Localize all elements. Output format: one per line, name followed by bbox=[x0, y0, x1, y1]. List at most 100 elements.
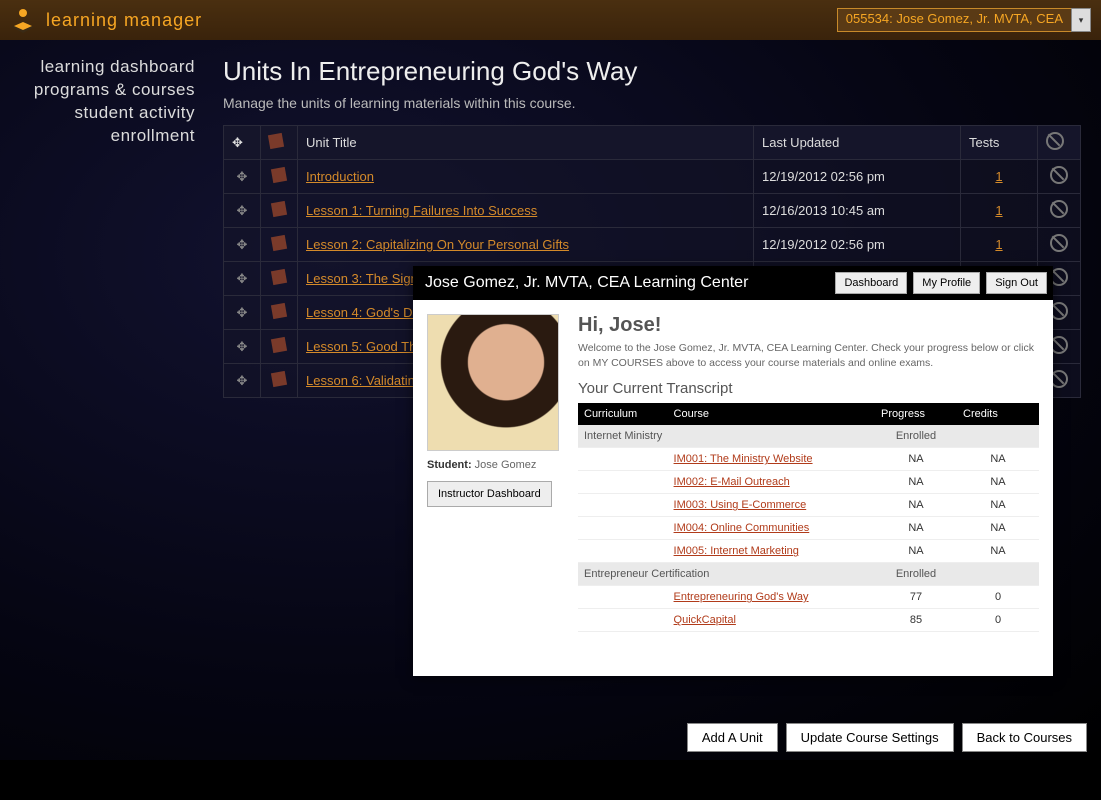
transcript-table: Curriculum Course Progress Credits Inter… bbox=[578, 403, 1039, 632]
update-settings-button[interactable]: Update Course Settings bbox=[786, 723, 954, 752]
course-link[interactable]: IM002: E-Mail Outreach bbox=[674, 476, 790, 488]
table-row: ✥ Introduction 12/19/2012 02:56 pm 1 bbox=[224, 160, 1081, 194]
icon-header bbox=[261, 126, 298, 160]
student-avatar bbox=[427, 314, 559, 451]
book-icon bbox=[261, 262, 298, 296]
tests-link[interactable]: 1 bbox=[995, 169, 1002, 184]
curriculum-name: Internet Ministry bbox=[578, 425, 875, 448]
drag-handle[interactable]: ✥ bbox=[224, 194, 261, 228]
greeting: Hi, Jose! bbox=[578, 314, 1039, 337]
student-label: Student: Jose Gomez bbox=[427, 459, 562, 471]
updated-cell: 12/16/2013 10:45 am bbox=[754, 194, 961, 228]
overlay-header: Jose Gomez, Jr. MVTA, CEA Learning Cente… bbox=[413, 266, 1053, 300]
credits-cell: NA bbox=[957, 471, 1039, 494]
learning-center-overlay: Jose Gomez, Jr. MVTA, CEA Learning Cente… bbox=[413, 266, 1053, 676]
delete-icon[interactable] bbox=[1050, 200, 1068, 218]
credits-cell: NA bbox=[957, 540, 1039, 563]
course-link[interactable]: IM004: Online Communities bbox=[674, 522, 810, 534]
drag-handle[interactable]: ✥ bbox=[224, 228, 261, 262]
logo: learning manager bbox=[10, 7, 202, 33]
page-title: Units In Entrepreneuring God's Way bbox=[223, 56, 1081, 87]
book-icon bbox=[261, 296, 298, 330]
drag-handle[interactable]: ✥ bbox=[224, 330, 261, 364]
updated-cell: 12/19/2012 02:56 pm bbox=[754, 160, 961, 194]
progress-cell: NA bbox=[875, 471, 957, 494]
instructor-dashboard-button[interactable]: Instructor Dashboard bbox=[427, 481, 552, 507]
credits-cell: NA bbox=[957, 448, 1039, 471]
dropdown-icon[interactable]: ▾ bbox=[1071, 8, 1091, 32]
unit-link[interactable]: Introduction bbox=[306, 169, 374, 184]
my-profile-button[interactable]: My Profile bbox=[913, 272, 980, 294]
th-credits: Credits bbox=[957, 403, 1039, 425]
delete-icon[interactable] bbox=[1050, 166, 1068, 184]
drag-header: ✥ bbox=[224, 126, 261, 160]
learner-icon bbox=[10, 7, 36, 33]
course-link[interactable]: IM005: Internet Marketing bbox=[674, 545, 799, 557]
table-row: ✥ Lesson 1: Turning Failures Into Success… bbox=[224, 194, 1081, 228]
sidebar-item-activity[interactable]: student activity bbox=[0, 103, 195, 123]
add-unit-button[interactable]: Add A Unit bbox=[687, 723, 778, 752]
th-curriculum: Curriculum bbox=[578, 403, 668, 425]
ban-icon bbox=[1046, 132, 1064, 150]
page-subtitle: Manage the units of learning materials w… bbox=[223, 95, 1081, 111]
course-row: IM003: Using E-Commerce NANA bbox=[578, 494, 1039, 517]
progress-cell: NA bbox=[875, 540, 957, 563]
course-link[interactable]: Entrepreneuring God's Way bbox=[674, 591, 809, 603]
book-icon bbox=[261, 364, 298, 398]
drag-handle[interactable]: ✥ bbox=[224, 364, 261, 398]
sidebar-item-programs[interactable]: programs & courses bbox=[0, 80, 195, 100]
table-row: ✥ Lesson 2: Capitalizing On Your Personal… bbox=[224, 228, 1081, 262]
credits-cell: NA bbox=[957, 494, 1039, 517]
progress-cell: NA bbox=[875, 494, 957, 517]
curriculum-row: Entrepreneur CertificationEnrolled bbox=[578, 563, 1039, 586]
progress-cell: NA bbox=[875, 448, 957, 471]
user-select-value: 055534: Jose Gomez, Jr. MVTA, CEA bbox=[837, 8, 1072, 32]
enrolled-label: Enrolled bbox=[875, 425, 957, 448]
tests-header: Tests bbox=[961, 126, 1038, 160]
title-header: Unit Title bbox=[298, 126, 754, 160]
transcript-heading: Your Current Transcript bbox=[578, 380, 1039, 397]
sidebar-item-enrollment[interactable]: enrollment bbox=[0, 126, 195, 146]
progress-cell: 85 bbox=[875, 609, 957, 632]
credits-cell: 0 bbox=[957, 586, 1039, 609]
updated-cell: 12/19/2012 02:56 pm bbox=[754, 228, 961, 262]
course-link[interactable]: IM001: The Ministry Website bbox=[674, 453, 813, 465]
drag-handle[interactable]: ✥ bbox=[224, 160, 261, 194]
top-bar: learning manager 055534: Jose Gomez, Jr.… bbox=[0, 0, 1101, 40]
course-row: IM002: E-Mail Outreach NANA bbox=[578, 471, 1039, 494]
dashboard-button[interactable]: Dashboard bbox=[835, 272, 907, 294]
user-selector[interactable]: 055534: Jose Gomez, Jr. MVTA, CEA ▾ bbox=[837, 8, 1091, 32]
unit-link[interactable]: Lesson 1: Turning Failures Into Success bbox=[306, 203, 537, 218]
sign-out-button[interactable]: Sign Out bbox=[986, 272, 1047, 294]
drag-handle[interactable]: ✥ bbox=[224, 296, 261, 330]
footer-buttons: Add A Unit Update Course Settings Back t… bbox=[687, 723, 1087, 752]
book-icon bbox=[261, 228, 298, 262]
course-row: IM004: Online Communities NANA bbox=[578, 517, 1039, 540]
course-row: IM001: The Ministry Website NANA bbox=[578, 448, 1039, 471]
sidebar: learning dashboard programs & courses st… bbox=[0, 40, 203, 760]
welcome-text: Welcome to the Jose Gomez, Jr. MVTA, CEA… bbox=[578, 341, 1039, 370]
course-link[interactable]: QuickCapital bbox=[674, 614, 736, 626]
tests-link[interactable]: 1 bbox=[995, 237, 1002, 252]
progress-cell: 77 bbox=[875, 586, 957, 609]
app-title: learning manager bbox=[46, 10, 202, 31]
book-icon bbox=[261, 160, 298, 194]
course-row: QuickCapital 850 bbox=[578, 609, 1039, 632]
course-row: Entrepreneuring God's Way 770 bbox=[578, 586, 1039, 609]
course-link[interactable]: IM003: Using E-Commerce bbox=[674, 499, 807, 511]
delete-icon[interactable] bbox=[1050, 234, 1068, 252]
updated-header: Last Updated bbox=[754, 126, 961, 160]
credits-cell: NA bbox=[957, 517, 1039, 540]
back-to-courses-button[interactable]: Back to Courses bbox=[962, 723, 1087, 752]
delete-header bbox=[1038, 126, 1081, 160]
progress-cell: NA bbox=[875, 517, 957, 540]
drag-handle[interactable]: ✥ bbox=[224, 262, 261, 296]
th-course: Course bbox=[668, 403, 875, 425]
unit-link[interactable]: Lesson 2: Capitalizing On Your Personal … bbox=[306, 237, 569, 252]
book-icon bbox=[261, 194, 298, 228]
curriculum-row: Internet MinistryEnrolled bbox=[578, 425, 1039, 448]
tests-link[interactable]: 1 bbox=[995, 203, 1002, 218]
overlay-title: Jose Gomez, Jr. MVTA, CEA Learning Cente… bbox=[425, 274, 748, 291]
sidebar-item-dashboard[interactable]: learning dashboard bbox=[0, 57, 195, 77]
credits-cell: 0 bbox=[957, 609, 1039, 632]
